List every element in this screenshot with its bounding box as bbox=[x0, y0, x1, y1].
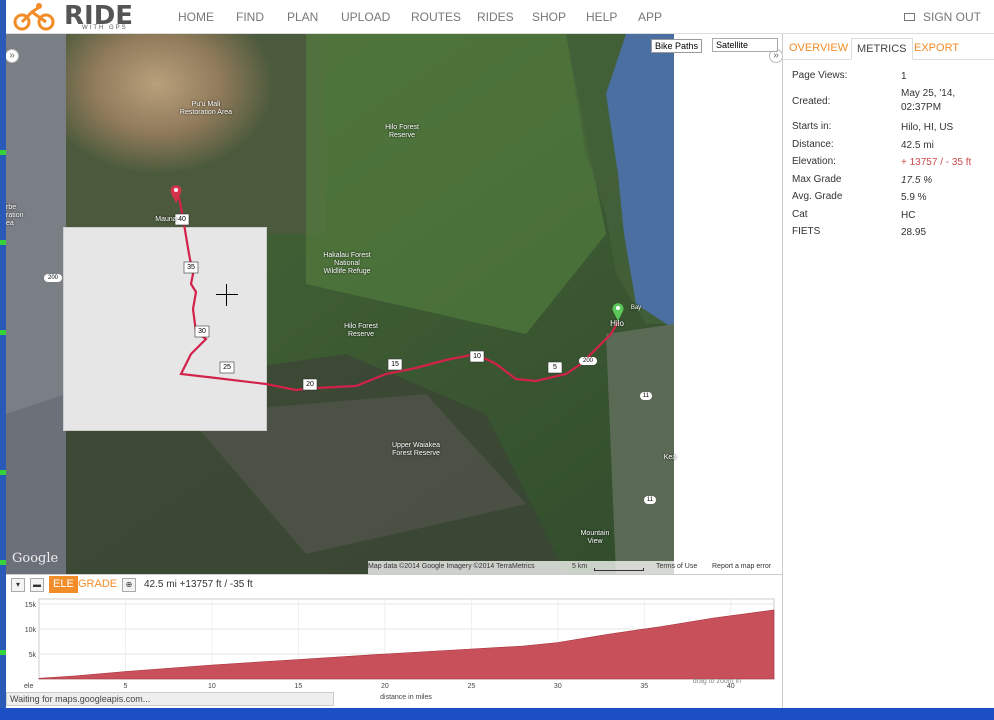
route-details-panel: OVERVIEW METRICS EXPORT Page Views: 1 Cr… bbox=[782, 34, 994, 708]
nav-find[interactable]: FIND bbox=[236, 10, 264, 24]
panel-tabs: OVERVIEW METRICS EXPORT bbox=[783, 38, 994, 60]
tab-overview[interactable]: OVERVIEW bbox=[789, 42, 848, 54]
metric-label: Max Grade bbox=[792, 174, 842, 185]
grade-toggle-button[interactable]: GRADE bbox=[78, 578, 117, 590]
browser-status-bar: Waiting for maps.googleapis.com... bbox=[6, 692, 334, 706]
y-tick-label: 10k bbox=[25, 627, 37, 634]
x-axis-label: distance in miles bbox=[380, 694, 432, 701]
x-tick-label: 5 bbox=[124, 683, 128, 690]
nav-upload[interactable]: UPLOAD bbox=[341, 10, 390, 24]
x-tick-label: 30 bbox=[554, 683, 562, 690]
place-label: Pu'u Mali Restoration Area bbox=[179, 101, 233, 116]
elevation-profile: ▾ ▬ ELE GRADE ⊕ 42.5 mi +13757 ft / -35 … bbox=[6, 574, 782, 708]
place-label: rbe ration ea bbox=[6, 204, 24, 227]
nav-shop[interactable]: SHOP bbox=[532, 10, 566, 24]
elevation-toolbar: ▾ ▬ ELE GRADE ⊕ 42.5 mi +13757 ft / -35 … bbox=[6, 575, 782, 595]
nav-home[interactable]: HOME bbox=[178, 10, 214, 24]
tab-metrics[interactable]: METRICS bbox=[851, 38, 913, 60]
zoom-magnifier-icon[interactable]: ⊕ bbox=[122, 578, 136, 592]
place-label: Hakalau Forest National Wildlife Refuge bbox=[323, 252, 371, 275]
metric-value: HC bbox=[901, 210, 916, 221]
nav-app[interactable]: APP bbox=[638, 10, 662, 24]
route-marker: 35 bbox=[187, 264, 195, 271]
metric-label: FIETS bbox=[792, 226, 821, 237]
crosshair-cursor bbox=[216, 284, 238, 306]
google-logo: Google bbox=[12, 551, 59, 566]
metric-value: 42.5 mi bbox=[901, 140, 934, 151]
metric-label: Elevation: bbox=[792, 156, 836, 167]
metric-value: + 13757 / - 35 ft bbox=[901, 157, 972, 168]
map-type-label: Satellite bbox=[716, 40, 749, 50]
metric-label: Avg. Grade bbox=[792, 191, 843, 202]
chart-menu-icon[interactable]: ▬ bbox=[30, 578, 44, 592]
route-marker: 15 bbox=[391, 361, 399, 368]
road-shield: 200 bbox=[44, 274, 62, 282]
logo-subtext: WITH GPS bbox=[82, 25, 128, 31]
place-label: Upper Waiakea Forest Reserve bbox=[392, 442, 440, 457]
tab-export[interactable]: EXPORT bbox=[914, 42, 959, 54]
place-label: Mountain View bbox=[580, 530, 610, 545]
y-tick-label: 5k bbox=[29, 652, 37, 659]
nav-routes[interactable]: ROUTES bbox=[411, 10, 461, 24]
cyclist-logo-icon bbox=[13, 3, 55, 31]
map-attribution: Map data ©2014 Google Imagery ©2014 Terr… bbox=[368, 561, 782, 574]
metric-label: Starts in: bbox=[792, 121, 832, 132]
zoom-hint: drag to zoom in bbox=[693, 678, 741, 685]
place-label: Hilo bbox=[610, 319, 624, 328]
route-map[interactable]: 40 35 30 25 20 15 10 5 Pu'u Mali Restora… bbox=[6, 34, 782, 574]
metric-label: Created: bbox=[792, 96, 831, 107]
road-shield: 200 bbox=[579, 357, 597, 365]
metric-value: 5.9 % bbox=[901, 192, 927, 203]
map-scale: 5 km bbox=[572, 563, 588, 570]
end-pin-icon[interactable] bbox=[169, 184, 183, 204]
map-data-credit: Map data ©2014 Google Imagery ©2014 Terr… bbox=[368, 563, 535, 570]
taskbar bbox=[0, 708, 994, 720]
x-tick-label: 20 bbox=[381, 683, 389, 690]
bike-paths-button[interactable]: Bike Paths bbox=[651, 39, 703, 53]
metric-value: 1 bbox=[901, 71, 907, 82]
sign-out-label: SIGN OUT bbox=[923, 10, 982, 24]
x-tick-label: 15 bbox=[295, 683, 303, 690]
scale-bar bbox=[594, 568, 644, 571]
top-navigation: RIDE WITH GPS HOME FIND PLAN UPLOAD ROUT… bbox=[6, 0, 994, 34]
ele-toggle-button[interactable]: ELE bbox=[49, 576, 78, 593]
route-marker: 10 bbox=[473, 353, 481, 360]
place-label: Mauna bbox=[155, 216, 177, 223]
distance-markers bbox=[174, 213, 563, 391]
mail-icon bbox=[904, 13, 915, 21]
ride-with-gps-logo[interactable]: RIDE WITH GPS bbox=[12, 1, 160, 32]
x-tick-label: 35 bbox=[640, 683, 648, 690]
terms-link[interactable]: Terms of Use bbox=[656, 563, 697, 570]
route-marker: 30 bbox=[198, 328, 206, 335]
x-tick-label: 25 bbox=[467, 683, 475, 690]
axis-corner-label: ele bbox=[24, 683, 33, 690]
route-marker: 20 bbox=[306, 381, 314, 388]
metric-value: 17.5 % bbox=[901, 175, 933, 186]
y-tick-label: 15k bbox=[25, 602, 37, 609]
nav-help[interactable]: HELP bbox=[586, 10, 617, 24]
road-shield: 11 bbox=[644, 496, 656, 504]
metric-label: Page Views: bbox=[792, 70, 848, 81]
metric-label: Distance: bbox=[792, 139, 834, 150]
place-label: Bay bbox=[630, 305, 642, 311]
nav-rides[interactable]: RIDES bbox=[477, 10, 514, 24]
sign-out-link[interactable]: SIGN OUT bbox=[904, 10, 981, 24]
road-shield: 11 bbox=[640, 392, 652, 400]
collapse-chevron-icon[interactable]: ▾ bbox=[11, 578, 25, 592]
x-tick-label: 10 bbox=[208, 683, 216, 690]
map-type-select[interactable]: Satellite bbox=[712, 38, 778, 52]
place-label: Hilo Forest Reserve bbox=[385, 124, 419, 139]
route-marker: 25 bbox=[223, 364, 231, 371]
elevation-summary: 42.5 mi +13757 ft / -35 ft bbox=[144, 579, 253, 590]
report-error-link[interactable]: Report a map error bbox=[712, 563, 771, 570]
metric-value: 28.95 bbox=[901, 227, 927, 238]
metric-value: May 25, '14, 02:37PM bbox=[901, 88, 956, 113]
place-label: Kea bbox=[663, 454, 677, 461]
place-label: Hilo Forest Reserve bbox=[344, 323, 378, 338]
nav-plan[interactable]: PLAN bbox=[287, 10, 318, 24]
metric-label: Cat bbox=[792, 209, 808, 220]
metric-value: Hilo, HI, US bbox=[901, 122, 954, 133]
route-marker: 5 bbox=[553, 364, 557, 371]
